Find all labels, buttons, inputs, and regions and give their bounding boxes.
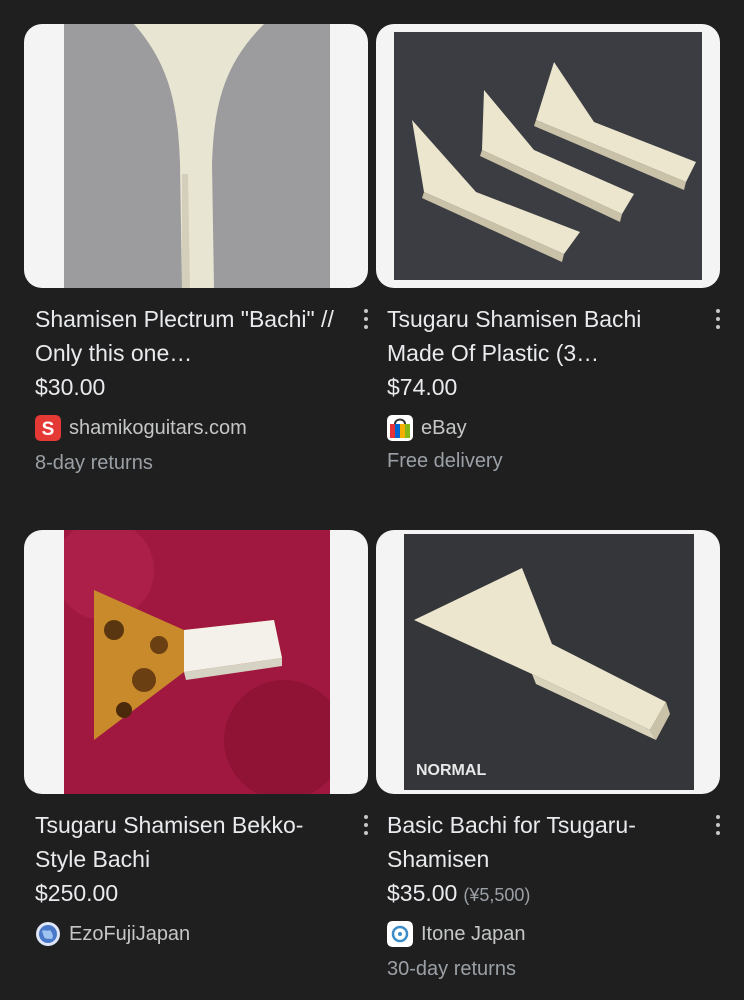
itone-logo-icon [387,921,413,947]
returns-info: 8-day returns [35,452,153,474]
product-card-3[interactable]: Tsugaru Shamisen Bekko-Style Bachi $250.… [24,530,368,950]
svg-text:S: S [42,419,55,440]
store-info[interactable]: S shamikoguitars.com [35,414,247,442]
product-image[interactable] [24,530,368,794]
basic-bachi-photo [404,534,694,790]
more-options-icon[interactable] [354,304,378,334]
bachi-closeup-photo [64,24,330,288]
product-image[interactable]: NORMAL [376,530,720,794]
image-caption: NORMAL [416,762,487,779]
product-price: $74.00 [387,374,458,400]
product-price: $30.00 [35,374,106,400]
product-card-2[interactable]: Tsugaru Shamisen Bachi Made Of Plastic (… [376,24,720,484]
globe-icon [35,921,61,947]
product-title[interactable]: Basic Bachi for Tsugaru-Shamisen [387,808,687,876]
store-info[interactable]: Itone Japan [387,920,526,948]
product-title[interactable]: Tsugaru Shamisen Bachi Made Of Plastic (… [387,302,687,370]
product-title[interactable]: Shamisen Plectrum "Bachi" // Only this o… [35,302,335,370]
product-title[interactable]: Tsugaru Shamisen Bekko-Style Bachi [35,808,335,876]
price-value: $35.00 [387,880,458,906]
product-price: $250.00 [35,880,119,906]
product-card-1[interactable]: Shamisen Plectrum "Bachi" // Only this o… [24,24,368,484]
store-name: shamikoguitars.com [69,416,247,439]
delivery-info: Free delivery [387,450,503,472]
ebay-bag-icon [387,415,413,441]
three-bachi-photo [394,32,702,280]
product-price: $35.00 (¥5,500) [387,880,530,907]
price-secondary: (¥5,500) [463,885,531,905]
more-options-icon[interactable] [706,810,730,840]
store-name: EzoFujiJapan [69,922,191,945]
bekko-bachi-photo [64,530,330,794]
product-image[interactable] [24,24,368,288]
more-options-icon[interactable] [354,810,378,840]
store-name: Itone Japan [421,922,526,945]
product-image[interactable] [376,24,720,288]
store-info[interactable]: eBay [387,414,467,442]
shamiko-s-logo-icon: S [35,415,61,441]
more-options-icon[interactable] [706,304,730,334]
returns-info: 30-day returns [387,958,516,980]
store-name: eBay [421,416,467,439]
product-card-4[interactable]: NORMAL Basic Bachi for Tsugaru-Shamisen … [376,530,720,990]
store-info[interactable]: EzoFujiJapan [35,920,190,948]
